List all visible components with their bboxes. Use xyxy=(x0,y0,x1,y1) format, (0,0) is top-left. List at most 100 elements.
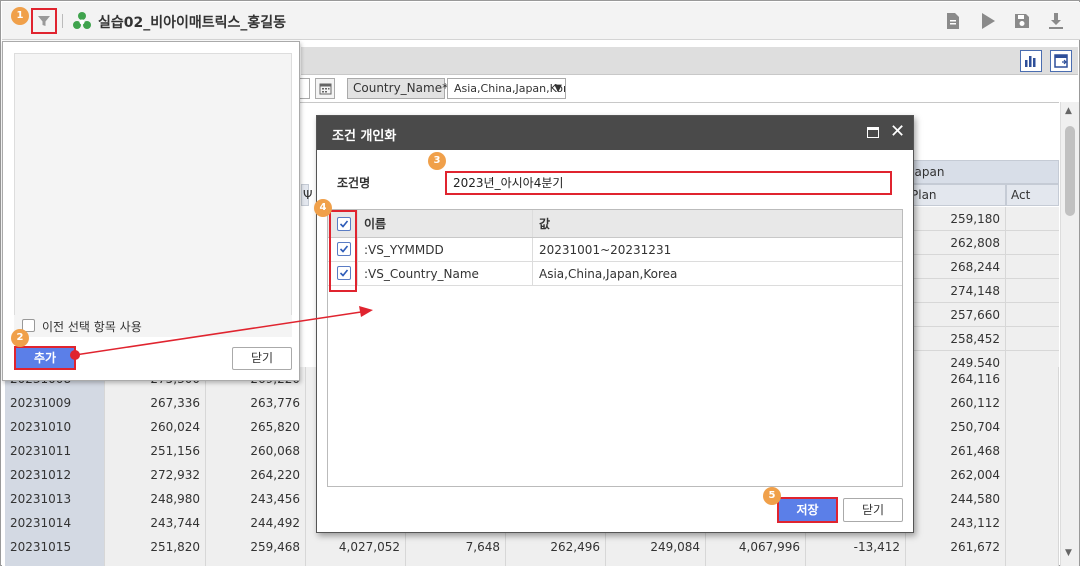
grid-col-header-plan: Plan xyxy=(906,184,1006,206)
app-title: 실습02_비아이매트릭스_홍길동 xyxy=(98,15,287,31)
value-cell: 243,744 xyxy=(105,511,206,535)
col-header-value: 값 xyxy=(539,217,551,231)
play-icon[interactable] xyxy=(979,12,997,30)
value-cell: 244,580 xyxy=(906,487,1006,511)
grid-group-header-japan: Japan xyxy=(906,160,1059,184)
report-toolbar xyxy=(301,47,1078,75)
value-cell: 262,496 xyxy=(506,535,606,559)
condition-personalize-dialog: 조건 개인화 ✕ 조건명 2023년_아시아4분기 이름 값:VS_YYMMD… xyxy=(316,115,914,533)
maximize-icon[interactable] xyxy=(867,127,879,138)
value-cell: 5,736 xyxy=(806,559,906,566)
value-cell: 260,024 xyxy=(105,415,206,439)
table-row: 20231016249,288254,1804,281,1685,098253,… xyxy=(5,559,1059,566)
step-badge-5: 5 xyxy=(763,487,781,505)
value-cell: 7,648 xyxy=(406,535,506,559)
act-cell xyxy=(1006,207,1059,231)
step-badge-2: 2 xyxy=(11,329,29,347)
dialog-close-button[interactable]: 닫기 xyxy=(843,498,903,522)
scroll-thumb[interactable] xyxy=(1065,126,1075,216)
document-icon[interactable] xyxy=(944,12,962,30)
value-cell: 261,672 xyxy=(906,535,1006,559)
act-cell xyxy=(1006,327,1059,351)
value-cell: 260,068 xyxy=(206,439,306,463)
add-button[interactable]: 추가 xyxy=(14,346,76,370)
saved-condition-list[interactable] xyxy=(14,53,292,321)
plan-cell: 268,244 xyxy=(906,255,1006,279)
value-cell: 5,098 xyxy=(406,559,506,566)
condition-grid: 이름 값 :VS_YYMMDD 20231001~20231231:VS_Co… xyxy=(327,209,903,487)
act-cell xyxy=(1006,279,1059,303)
value-cell xyxy=(1006,511,1059,535)
value-cell: 251,820 xyxy=(105,535,206,559)
checkbox-highlight xyxy=(329,210,357,292)
value-cell: 263,776 xyxy=(206,391,306,415)
filter-button[interactable] xyxy=(31,8,57,34)
value-cell: -13,412 xyxy=(806,535,906,559)
grid-col-header-partial: Ψ xyxy=(301,184,312,206)
condition-grid-header: 이름 값 xyxy=(328,210,902,238)
date-cell: 20231013 xyxy=(5,487,105,511)
chevron-down-icon: ▼ xyxy=(554,83,562,94)
save-icon[interactable] xyxy=(1013,12,1031,30)
grid-col-header-act: Act xyxy=(1006,184,1059,206)
app-header: 실습02_비아이매트릭스_홍길동 xyxy=(2,2,1080,40)
col-header-name: 이름 xyxy=(358,210,533,237)
save-button[interactable]: 저장 xyxy=(777,497,838,523)
value-cell xyxy=(1006,415,1059,439)
value-cell: 249,288 xyxy=(105,559,206,566)
scroll-up-icon[interactable]: ▲ xyxy=(1065,106,1072,116)
plan-cell: 262,808 xyxy=(906,231,1006,255)
value-cell xyxy=(1006,487,1059,511)
calendar-button[interactable] xyxy=(315,78,335,99)
step-badge-3: 3 xyxy=(428,152,446,170)
date-cell: 20231016 xyxy=(5,559,105,566)
country-name-select-value: Asia,China,Japan,Korea xyxy=(454,82,565,95)
date-cell: 20231010 xyxy=(5,415,105,439)
value-cell: 264,220 xyxy=(206,463,306,487)
condition-name-input[interactable]: 2023년_아시아4분기 xyxy=(445,171,892,195)
filter-icon xyxy=(38,16,50,26)
row-value: 20231001~20231231 xyxy=(539,243,672,257)
act-cell xyxy=(1006,303,1059,327)
download-icon[interactable] xyxy=(1047,12,1065,30)
value-cell: 254,180 xyxy=(206,559,306,566)
value-cell: 250,704 xyxy=(906,415,1006,439)
dialog-title: 조건 개인화 xyxy=(332,129,397,144)
grid-refresh-icon xyxy=(1054,54,1068,68)
row-value: Asia,China,Japan,Korea xyxy=(539,267,678,281)
country-name-param-label: Country_Name* xyxy=(347,78,448,99)
value-cell: 257,020 xyxy=(606,559,706,566)
country-name-select[interactable]: Asia,China,Japan,Korea ▼ xyxy=(447,78,566,99)
value-cell: 260,112 xyxy=(906,391,1006,415)
grid-toggle-button[interactable] xyxy=(1050,50,1072,72)
popup-close-button[interactable]: 닫기 xyxy=(232,347,292,370)
value-cell: 264,116 xyxy=(906,367,1006,391)
value-cell: 4,325,024 xyxy=(706,559,806,566)
value-cell: 237,860 xyxy=(906,559,1006,566)
filter-popup: 이전 선택 항목 사용 추가 닫기 xyxy=(2,41,300,381)
value-cell: 262,004 xyxy=(906,463,1006,487)
close-icon[interactable]: ✕ xyxy=(890,122,905,142)
scroll-down-icon[interactable]: ▼ xyxy=(1065,548,1072,558)
calendar-icon xyxy=(319,83,331,95)
app-logo-icon xyxy=(73,12,91,29)
value-cell xyxy=(1006,463,1059,487)
chart-toggle-button[interactable] xyxy=(1020,50,1042,72)
value-cell xyxy=(1006,391,1059,415)
date-cell: 20231012 xyxy=(5,463,105,487)
app-window: 실습02_비아이매트릭스_홍길동 Country_Name* Asia,Chin… xyxy=(0,0,1080,566)
plan-cell: 274,148 xyxy=(906,279,1006,303)
date-cell: 20231011 xyxy=(5,439,105,463)
dialog-title-bar: 조건 개인화 ✕ xyxy=(317,116,913,150)
value-cell xyxy=(1006,439,1059,463)
table-row: 20231015 251,820 259,468 4,027,052 7,648 262,… xyxy=(5,535,1059,559)
row-name: :VS_Country_Name xyxy=(358,262,533,285)
value-cell xyxy=(1006,535,1059,559)
plan-cell: 257,660 xyxy=(906,303,1006,327)
step-badge-4: 4 xyxy=(314,199,332,217)
value-cell: 265,820 xyxy=(206,415,306,439)
condition-row: :VS_YYMMDD 20231001~20231231 xyxy=(328,238,902,262)
vertical-scrollbar[interactable]: ▲ ▼ xyxy=(1060,102,1079,566)
row-name: :VS_YYMMDD xyxy=(358,238,533,261)
act-cell xyxy=(1006,255,1059,279)
